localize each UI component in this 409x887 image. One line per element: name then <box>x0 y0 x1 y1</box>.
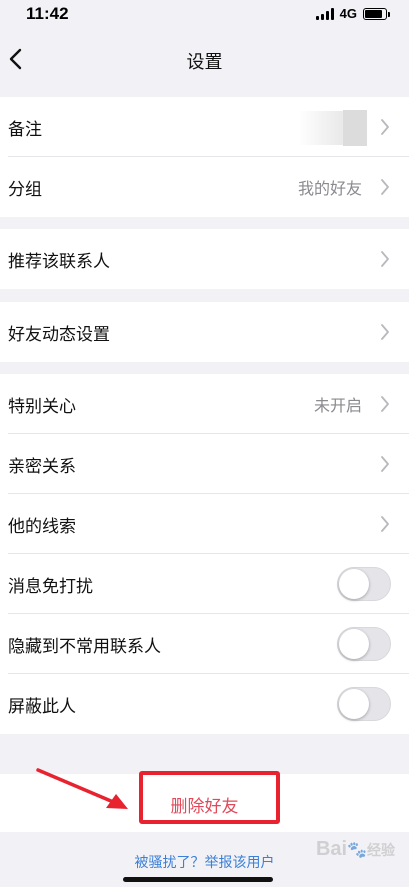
row-label: 好友动态设置 <box>8 324 110 345</box>
row-value: 我的好友 <box>297 179 362 198</box>
group-moments: 好友动态设置 <box>0 302 409 362</box>
row-special-care[interactable]: 特别关心 未开启 <box>0 374 409 434</box>
block-user-toggle[interactable] <box>337 687 391 721</box>
nav-bar: 设置 <box>0 34 409 84</box>
row-block-user: 屏蔽此人 <box>0 674 409 734</box>
hide-contact-toggle[interactable] <box>337 627 391 661</box>
group-profile: 备注 分组 我的好友 <box>0 97 409 217</box>
do-not-disturb-toggle[interactable] <box>337 567 391 601</box>
row-do-not-disturb: 消息免打扰 <box>0 554 409 614</box>
network-label: 4G <box>339 6 357 21</box>
row-label: 屏蔽此人 <box>8 696 76 717</box>
home-indicator <box>123 877 273 882</box>
chevron-right-icon <box>381 251 389 267</box>
row-label: 他的线索 <box>8 516 76 537</box>
chevron-right-icon <box>381 119 389 135</box>
group-relations: 特别关心 未开启 亲密关系 他的线索 消息免打扰 隐藏到不常用联系人 屏蔽此人 <box>0 374 409 734</box>
status-time: 11:42 <box>26 4 69 23</box>
chevron-right-icon <box>381 324 389 340</box>
row-group[interactable]: 分组 我的好友 <box>0 157 409 217</box>
signal-icon <box>315 7 334 20</box>
page-title: 设置 <box>186 52 223 73</box>
remark-value-redacted <box>343 110 367 146</box>
row-value: 未开启 <box>313 396 362 415</box>
chevron-right-icon <box>381 396 389 412</box>
row-intimate-relation[interactable]: 亲密关系 <box>0 434 409 494</box>
watermark-logo: Bai🐾经验 <box>315 838 395 860</box>
status-bar: 11:42 4G <box>0 0 409 28</box>
battery-icon <box>363 7 390 20</box>
row-label: 分组 <box>8 179 42 200</box>
group-recommend: 推荐该联系人 <box>0 229 409 289</box>
chevron-right-icon <box>381 456 389 472</box>
row-hide-contact: 隐藏到不常用联系人 <box>0 614 409 674</box>
row-moments-settings[interactable]: 好友动态设置 <box>0 302 409 362</box>
status-indicators: 4G <box>315 6 390 21</box>
row-label: 特别关心 <box>8 396 76 417</box>
row-label: 隐藏到不常用联系人 <box>8 636 161 657</box>
chevron-right-icon <box>381 516 389 532</box>
row-label: 亲密关系 <box>8 456 76 477</box>
annotation-highlight-box <box>139 771 280 824</box>
annotation-arrow-icon <box>36 768 128 809</box>
chevron-right-icon <box>381 179 389 195</box>
row-remark[interactable]: 备注 <box>0 97 409 157</box>
row-his-clues[interactable]: 他的线索 <box>0 494 409 554</box>
row-label: 消息免打扰 <box>8 576 93 597</box>
row-label: 备注 <box>8 119 42 140</box>
row-label: 推荐该联系人 <box>8 251 110 272</box>
row-recommend-contact[interactable]: 推荐该联系人 <box>0 229 409 289</box>
